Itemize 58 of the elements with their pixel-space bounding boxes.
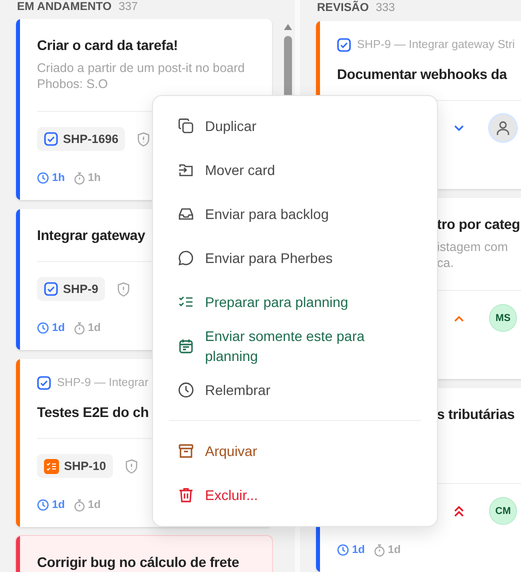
checkbox-icon — [37, 376, 51, 390]
column-title: EM ANDAMENTO — [17, 0, 112, 14]
checkbox-icon — [44, 282, 58, 296]
card-description: ca. — [437, 255, 454, 271]
trash-icon — [178, 487, 194, 503]
inbox-icon — [178, 206, 194, 222]
column-title: REVISÃO — [317, 1, 369, 15]
card-title: Criar o card da tarefa! — [37, 36, 178, 54]
time-estimate: 1h — [52, 172, 65, 184]
card-title: tro por categ — [437, 215, 520, 233]
copy-icon — [178, 118, 194, 134]
speech-bubble-icon — [178, 250, 194, 266]
stopwatch-icon — [74, 498, 85, 512]
clock-icon — [337, 544, 349, 556]
task-id-chip[interactable]: SHP-1696 — [37, 127, 126, 151]
avatar[interactable]: MS — [490, 305, 516, 331]
scroll-up-icon[interactable] — [284, 24, 292, 30]
checkbox-icon — [337, 38, 351, 52]
person-icon — [496, 120, 510, 136]
folder-arrow-icon — [178, 162, 194, 178]
avatar-placeholder[interactable] — [490, 115, 516, 141]
card-description: Criado a partir de um post-it no board — [37, 60, 245, 76]
column-count: 333 — [376, 1, 395, 15]
avatar[interactable]: CM — [490, 498, 516, 524]
time-spent: 1d — [88, 322, 101, 334]
column-count: 337 — [118, 0, 138, 14]
time-estimate: 1d — [52, 499, 65, 511]
card-description: Phobos: S.O — [37, 76, 108, 92]
card-title: Testes E2E do ch — [37, 403, 149, 421]
time-estimate: 1d — [352, 544, 365, 556]
task-card[interactable]: Corrigir bug no cálculo de frete — [16, 536, 272, 572]
card-title: Documentar webhooks da — [337, 65, 507, 83]
time-spent: 1d — [88, 499, 101, 511]
checklist-icon — [44, 458, 59, 474]
archive-box-icon — [178, 443, 194, 459]
clock-icon — [37, 499, 49, 511]
clock-icon — [178, 382, 194, 398]
time-spent: 1h — [88, 172, 101, 184]
shield-icon — [137, 132, 150, 146]
clock-icon — [37, 322, 49, 334]
shield-icon — [125, 458, 138, 474]
time-estimate: 1d — [52, 322, 65, 334]
time-spent: 1d — [388, 544, 401, 556]
parent-task: SHP-9 — Integrar — [57, 377, 148, 389]
task-id-chip[interactable]: SHP-10 — [37, 454, 114, 478]
card-title: Integrar gateway — [37, 226, 146, 244]
card-title: s tributárias — [437, 405, 515, 423]
stopwatch-icon — [74, 172, 85, 184]
card-title: Corrigir bug no cálculo de frete — [37, 553, 240, 571]
stopwatch-icon — [74, 322, 85, 334]
parent-task: SHP-9 — Integrar gateway Stri — [357, 39, 515, 51]
stopwatch-icon — [374, 544, 385, 556]
calendar-icon — [178, 338, 194, 354]
card-description: istagem com — [437, 239, 508, 255]
task-id-chip[interactable]: SHP-9 — [37, 277, 106, 301]
shield-icon — [117, 282, 130, 296]
checkbox-icon — [44, 132, 58, 146]
clock-icon — [37, 172, 49, 184]
